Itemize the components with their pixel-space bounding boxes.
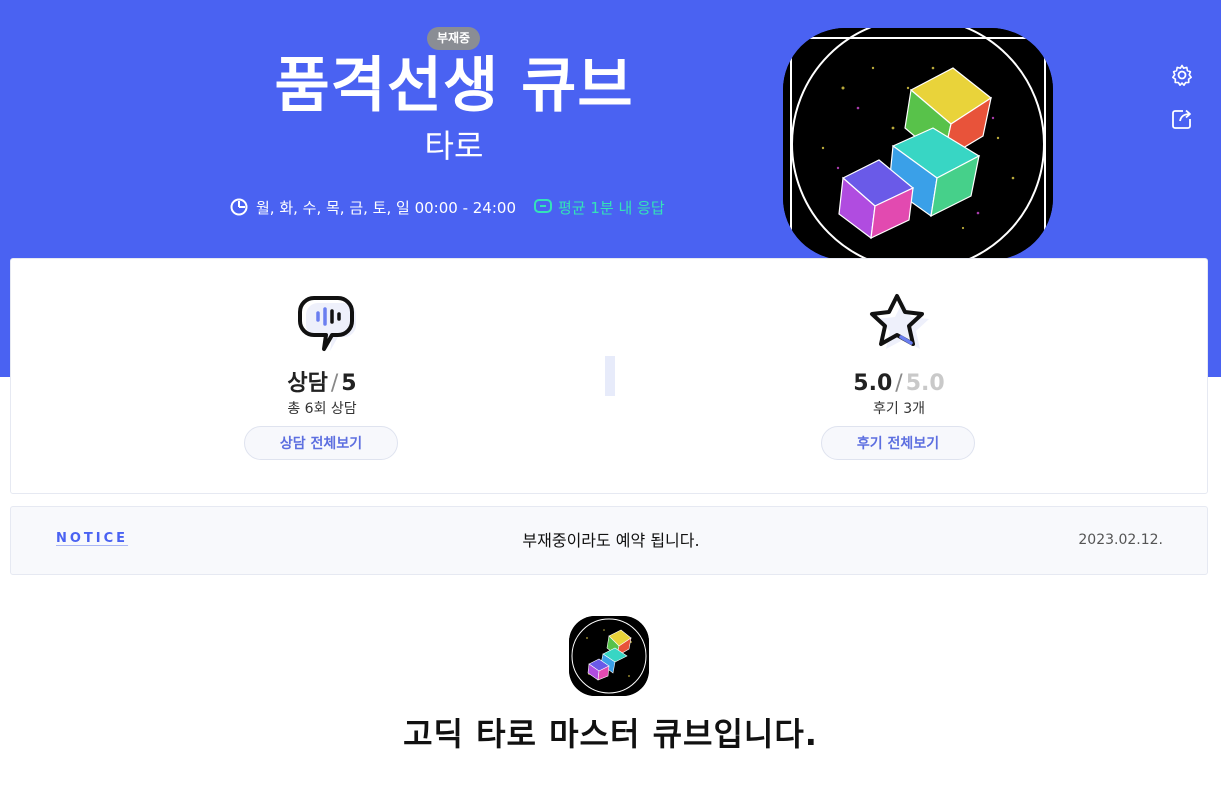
review-count: 후기 3개: [873, 401, 925, 417]
share-icon[interactable]: [1168, 105, 1196, 133]
view-all-consults-button[interactable]: 상담 전체보기: [244, 426, 398, 460]
notice-text[interactable]: 부재중이라도 예약 됩니다.: [311, 529, 911, 553]
avatar: [569, 616, 649, 696]
view-all-reviews-button[interactable]: 후기 전체보기: [821, 426, 975, 460]
consult-count: 상담/5: [172, 369, 472, 399]
page-title: 품격선생 큐브: [274, 51, 634, 121]
category-label: 타로: [424, 127, 484, 165]
review-separator: /: [895, 371, 903, 396]
chat-icon: [534, 199, 552, 215]
notice-tag: NOTICE: [56, 531, 129, 546]
review-stat: 5.0/5.0 후기 3개 후기 전체보기: [749, 259, 1049, 495]
gear-icon[interactable]: [1168, 61, 1196, 89]
review-score-value: 5.0: [853, 371, 893, 396]
profile-image: [783, 28, 1053, 260]
speech-bubble-icon: [284, 293, 360, 357]
response-text: 평균 1분 내 응답: [558, 198, 665, 217]
stats-card: 상담/5 총 6회 상담 상담 전체보기 5.0/5.0 후기 3개 후기 전체…: [10, 258, 1208, 494]
review-score-max: 5.0: [905, 371, 945, 396]
intro-heading: 고딕 타로 마스터 큐브입니다.: [403, 715, 818, 753]
star-icon: [861, 293, 937, 357]
hours-text: 월, 화, 수, 목, 금, 토, 일 00:00 - 24:00: [256, 198, 516, 217]
notice-date: 2023.02.12.: [1078, 532, 1163, 548]
consult-total: 총 6회 상담: [287, 401, 357, 417]
stats-divider: [605, 356, 615, 396]
availability-row: 월, 화, 수, 목, 금, 토, 일 00:00 - 24:00 평균 1분 …: [230, 194, 665, 220]
consult-separator: /: [330, 371, 339, 396]
consult-stat: 상담/5 총 6회 상담 상담 전체보기: [172, 259, 472, 495]
consult-value: 5: [341, 371, 357, 396]
consult-label: 상담: [287, 371, 328, 396]
response-time: 평균 1분 내 응답: [534, 197, 665, 218]
notice-bar: NOTICE 부재중이라도 예약 됩니다. 2023.02.12.: [10, 506, 1208, 575]
review-score: 5.0/5.0: [749, 369, 1049, 399]
clock-icon: [230, 198, 248, 216]
